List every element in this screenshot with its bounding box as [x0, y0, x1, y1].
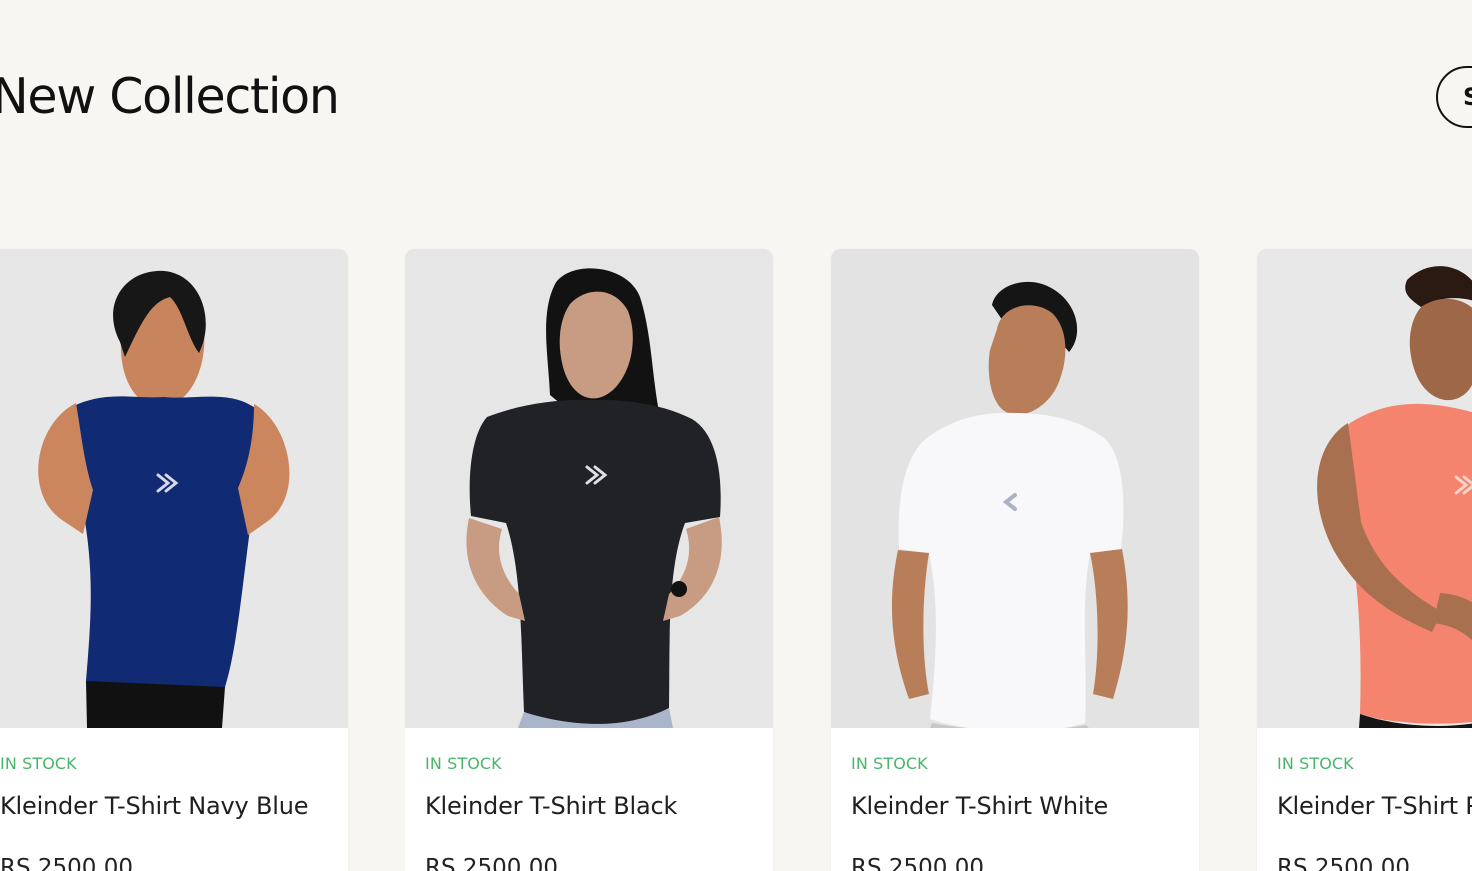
product-image-navy-blue[interactable] [0, 249, 348, 728]
product-info: IN STOCK Kleinder T-Shirt Navy Blue RS.2… [0, 753, 340, 871]
product-card[interactable]: IN STOCK Kleinder T-Shirt White RS.2500.… [831, 249, 1199, 871]
see-all-button[interactable]: See All [1436, 66, 1472, 128]
product-price: RS.2500.00 [0, 855, 134, 871]
product-name[interactable]: Kleinder T-Shirt Pink [1277, 790, 1472, 822]
product-info: IN STOCK Kleinder T-Shirt Black RS.2500.… [425, 753, 765, 871]
product-info: IN STOCK Kleinder T-Shirt Pink RS.2500.0… [1277, 753, 1472, 871]
product-info: IN STOCK Kleinder T-Shirt White RS.2500.… [851, 753, 1191, 871]
stock-status: IN STOCK [425, 754, 502, 773]
product-card[interactable]: IN STOCK Kleinder T-Shirt Pink RS.2500.0… [1257, 249, 1472, 871]
product-name[interactable]: Kleinder T-Shirt Black [425, 790, 765, 822]
product-card[interactable]: IN STOCK Kleinder T-Shirt Black RS.2500.… [405, 249, 773, 871]
product-image-black[interactable] [405, 249, 773, 728]
product-image-pink[interactable] [1257, 249, 1472, 728]
stock-status: IN STOCK [0, 754, 77, 773]
product-price: RS.2500.00 [425, 855, 559, 871]
product-image-white[interactable] [831, 249, 1199, 728]
stock-status: IN STOCK [1277, 754, 1354, 773]
product-price: RS.2500.00 [851, 855, 985, 871]
product-price: RS.2500.00 [1277, 855, 1411, 871]
new-collection-page: New Collection See All IN STOCK Kleinder… [0, 0, 1472, 871]
stock-status: IN STOCK [851, 754, 928, 773]
product-name[interactable]: Kleinder T-Shirt Navy Blue [0, 790, 340, 822]
product-card[interactable]: IN STOCK Kleinder T-Shirt Navy Blue RS.2… [0, 249, 348, 871]
page-title: New Collection [0, 68, 340, 125]
product-name[interactable]: Kleinder T-Shirt White [851, 790, 1191, 822]
